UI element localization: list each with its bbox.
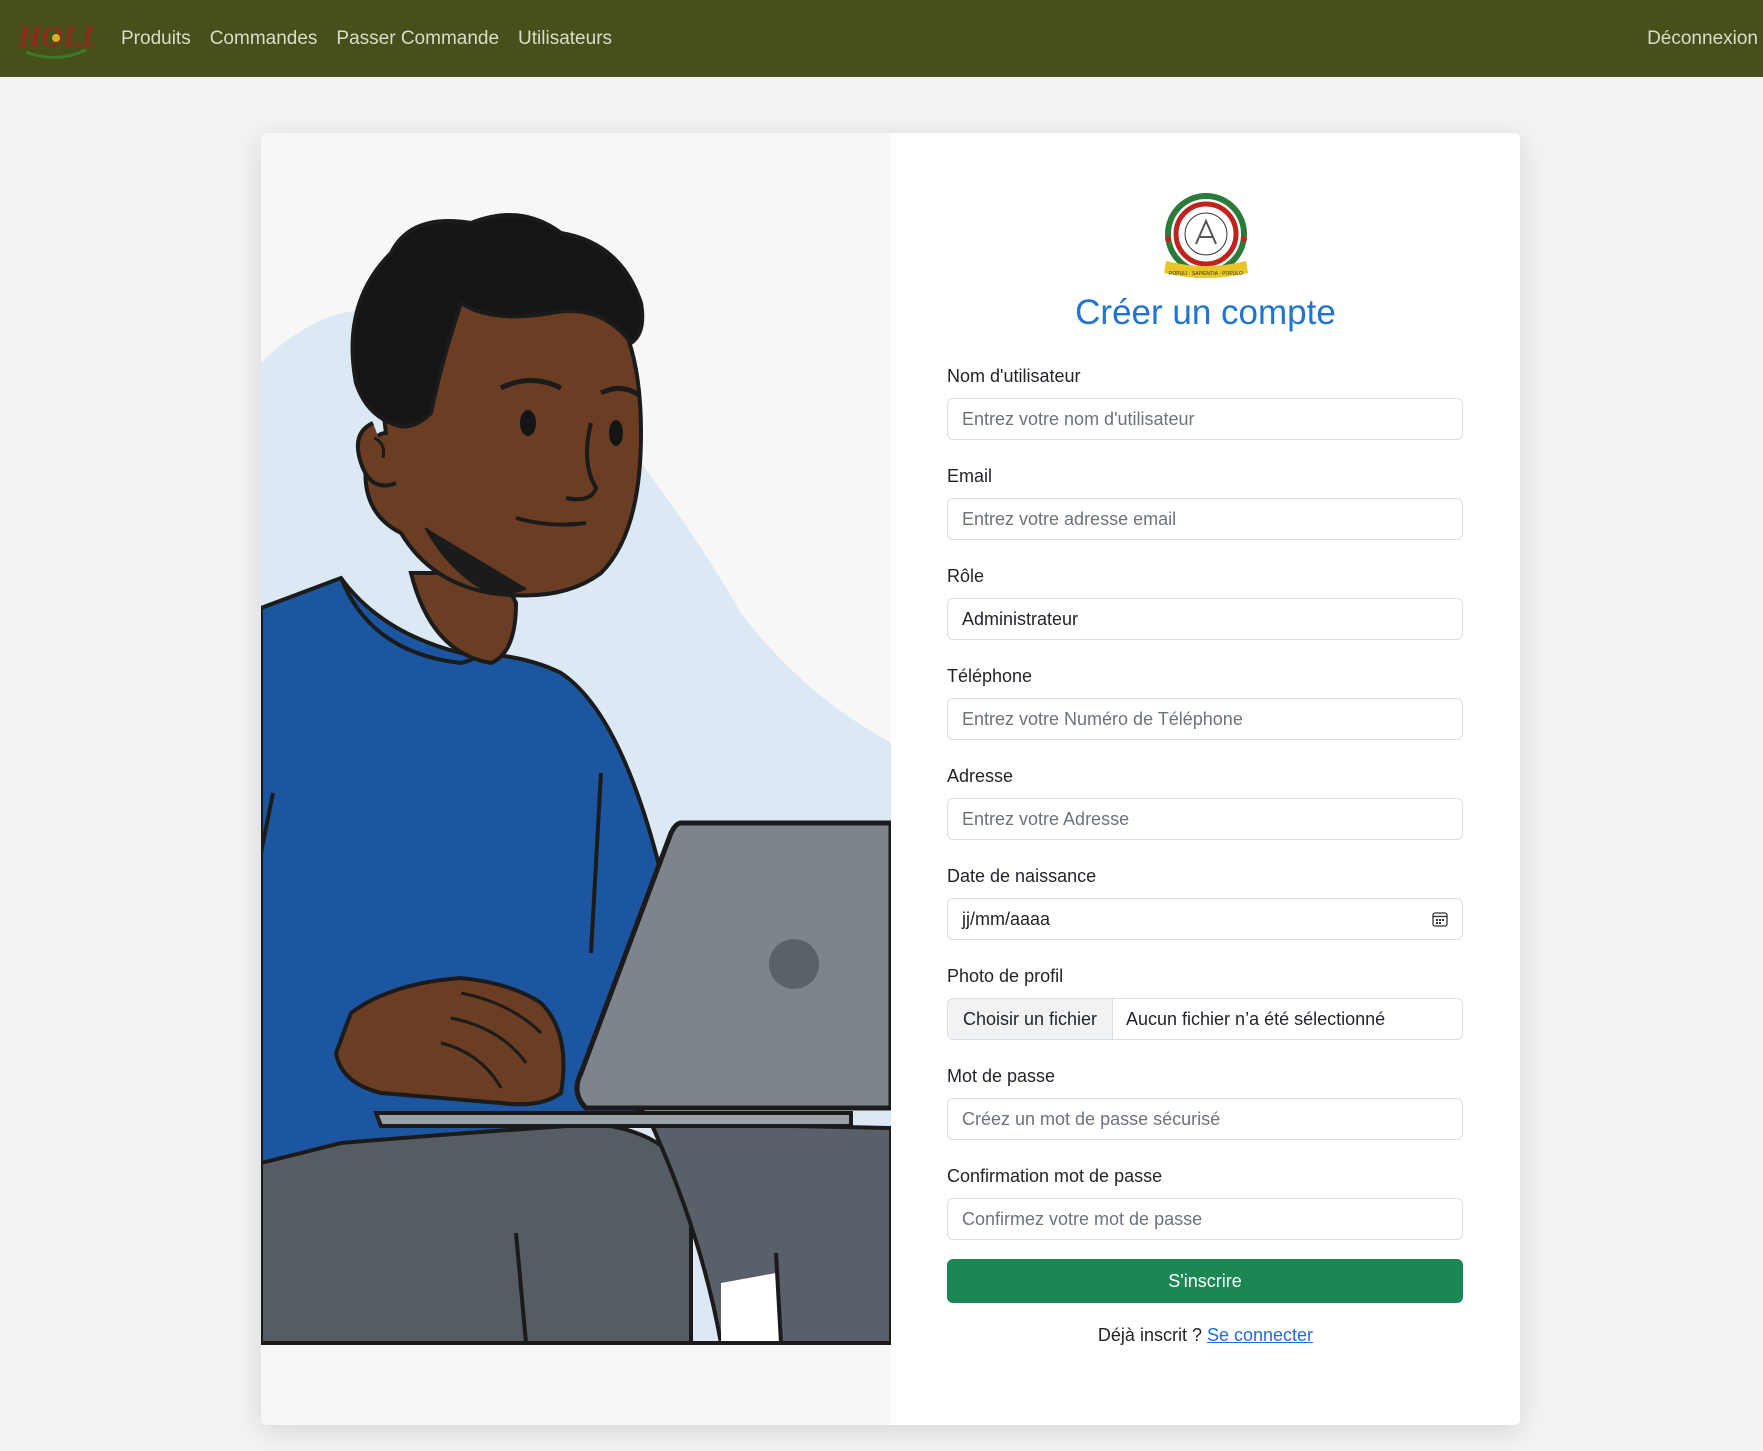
- person-laptop-illustration: [261, 213, 891, 1345]
- address-placeholder: Entrez votre Adresse: [962, 808, 1130, 829]
- confirm-password-placeholder: Confirmez votre mot de passe: [962, 1208, 1203, 1229]
- email-label: Email: [947, 466, 993, 486]
- email-input[interactable]: Entrez votre adresse email: [947, 498, 1463, 540]
- nav-link-commandes[interactable]: Commandes: [210, 28, 318, 50]
- nav-link-produits[interactable]: Produits: [121, 28, 191, 50]
- nav-link-passer-commande[interactable]: Passer Commande: [336, 28, 499, 50]
- emblem-motto: POPULI · SAPIENTIA · POPULO: [1169, 271, 1243, 277]
- brand-logo[interactable]: HOLD: [16, 14, 96, 62]
- username-placeholder: Entrez votre nom d'utilisateur: [962, 408, 1195, 429]
- password-label: Mot de passe: [947, 1066, 1056, 1086]
- file-status-text: Aucun fichier n’a été sélectionné: [1126, 1008, 1386, 1029]
- role-value: Administrateur: [962, 608, 1079, 629]
- calendar-icon[interactable]: [1432, 911, 1448, 927]
- institution-emblem: POPULI · SAPIENTIA · POPULO: [1164, 193, 1248, 278]
- login-link[interactable]: Se connecter: [1207, 1325, 1313, 1345]
- address-input[interactable]: Entrez votre Adresse: [947, 798, 1463, 840]
- address-label: Adresse: [947, 766, 1014, 786]
- phone-placeholder: Entrez votre Numéro de Téléphone: [962, 708, 1243, 729]
- nav-link-utilisateurs[interactable]: Utilisateurs: [518, 28, 612, 50]
- photo-label: Photo de profil: [947, 966, 1064, 986]
- phone-label: Téléphone: [947, 666, 1033, 686]
- form-title: Créer un compte: [1075, 293, 1336, 332]
- photo-file-input[interactable]: Choisir un fichier Aucun fichier n’a été…: [947, 998, 1463, 1040]
- signup-card: POPULI · SAPIENTIA · POPULO Créer un com…: [261, 133, 1520, 1425]
- already-registered-text: Déjà inscrit ?: [1097, 1325, 1202, 1345]
- email-placeholder: Entrez votre adresse email: [962, 508, 1177, 529]
- role-select[interactable]: Administrateur: [947, 598, 1463, 640]
- birthdate-input[interactable]: jj/mm/aaaa: [947, 898, 1463, 940]
- password-placeholder: Créez un mot de passe sécurisé: [962, 1108, 1221, 1129]
- confirm-password-input[interactable]: Confirmez votre mot de passe: [947, 1198, 1463, 1240]
- username-input[interactable]: Entrez votre nom d'utilisateur: [947, 398, 1463, 440]
- choose-file-button[interactable]: Choisir un fichier: [948, 999, 1113, 1039]
- logout-link[interactable]: Déconnexion: [1647, 0, 1758, 77]
- top-navbar: HOLD Produits Commandes Passer Commande …: [0, 0, 1763, 77]
- birthdate-label: Date de naissance: [947, 866, 1097, 886]
- login-prompt: Déjà inscrit ? Se connecter: [891, 1325, 1520, 1346]
- signup-form: POPULI · SAPIENTIA · POPULO Créer un com…: [891, 133, 1520, 1425]
- confirm-password-label: Confirmation mot de passe: [947, 1166, 1163, 1186]
- birthdate-placeholder: jj/mm/aaaa: [962, 908, 1051, 929]
- password-input[interactable]: Créez un mot de passe sécurisé: [947, 1098, 1463, 1140]
- illustration-panel: [261, 133, 891, 1425]
- phone-input[interactable]: Entrez votre Numéro de Téléphone: [947, 698, 1463, 740]
- signup-button[interactable]: S'inscrire: [947, 1259, 1463, 1303]
- username-label: Nom d'utilisateur: [947, 366, 1081, 386]
- role-label: Rôle: [947, 566, 985, 586]
